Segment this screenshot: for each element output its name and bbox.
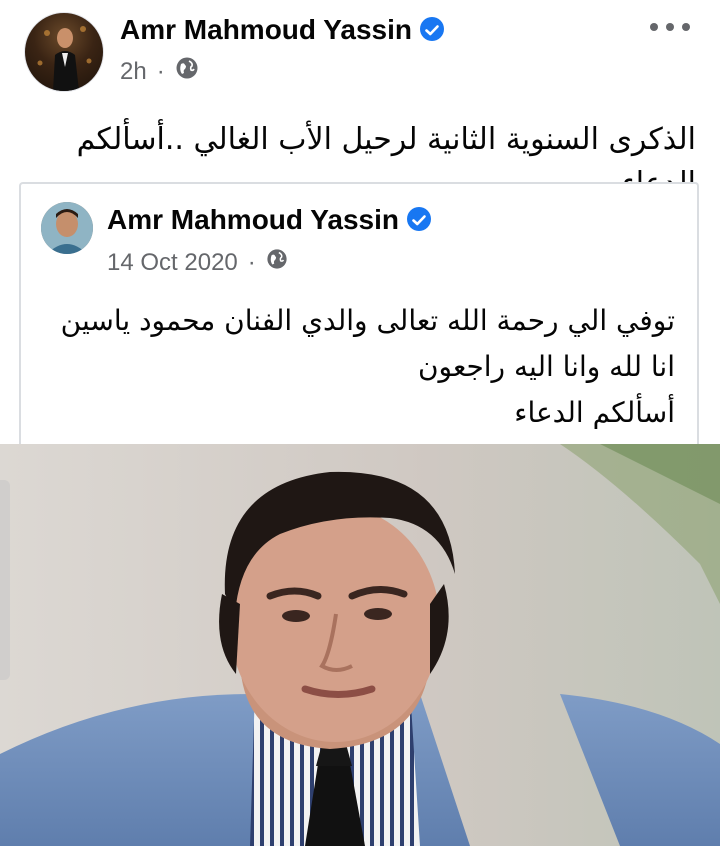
shared-text-line: انا لله وانا اليه راجعون: [417, 350, 675, 383]
dot-separator: ·: [247, 248, 256, 276]
shared-avatar-image: [41, 202, 93, 254]
shared-author-avatar[interactable]: [41, 202, 93, 254]
author-avatar[interactable]: [24, 12, 104, 92]
post-meta: 2h ·: [120, 56, 199, 87]
shared-post-text: توفي الي رحمة الله تعالى والدي الفنان مح…: [41, 298, 675, 436]
globe-icon: [175, 56, 199, 87]
author-name[interactable]: Amr Mahmoud Yassin: [120, 14, 445, 46]
verified-badge-icon: [407, 206, 432, 231]
dot-separator: ·: [156, 57, 165, 85]
post-time[interactable]: 2h: [120, 58, 147, 86]
avatar-image: [37, 26, 92, 91]
shared-author-name-text[interactable]: Amr Mahmoud Yassin: [107, 204, 399, 235]
shared-author-name[interactable]: Amr Mahmoud Yassin: [107, 204, 432, 236]
verified-badge-icon: [420, 16, 445, 41]
shared-post-photo[interactable]: [0, 444, 720, 846]
portrait-photo: [0, 444, 720, 846]
shared-post-date[interactable]: 14 Oct 2020: [107, 249, 238, 277]
more-options-icon[interactable]: [650, 10, 690, 44]
shared-post-meta: 14 Oct 2020 ·: [107, 248, 288, 277]
shared-text-line: أسألكم الدعاء: [514, 396, 675, 429]
scroll-handle[interactable]: [0, 480, 10, 680]
author-name-text[interactable]: Amr Mahmoud Yassin: [120, 14, 412, 45]
post-header: Amr Mahmoud Yassin 2h ·: [0, 0, 720, 100]
shared-text-line: توفي الي رحمة الله تعالى والدي الفنان مح…: [60, 304, 675, 337]
globe-icon: [266, 248, 288, 277]
